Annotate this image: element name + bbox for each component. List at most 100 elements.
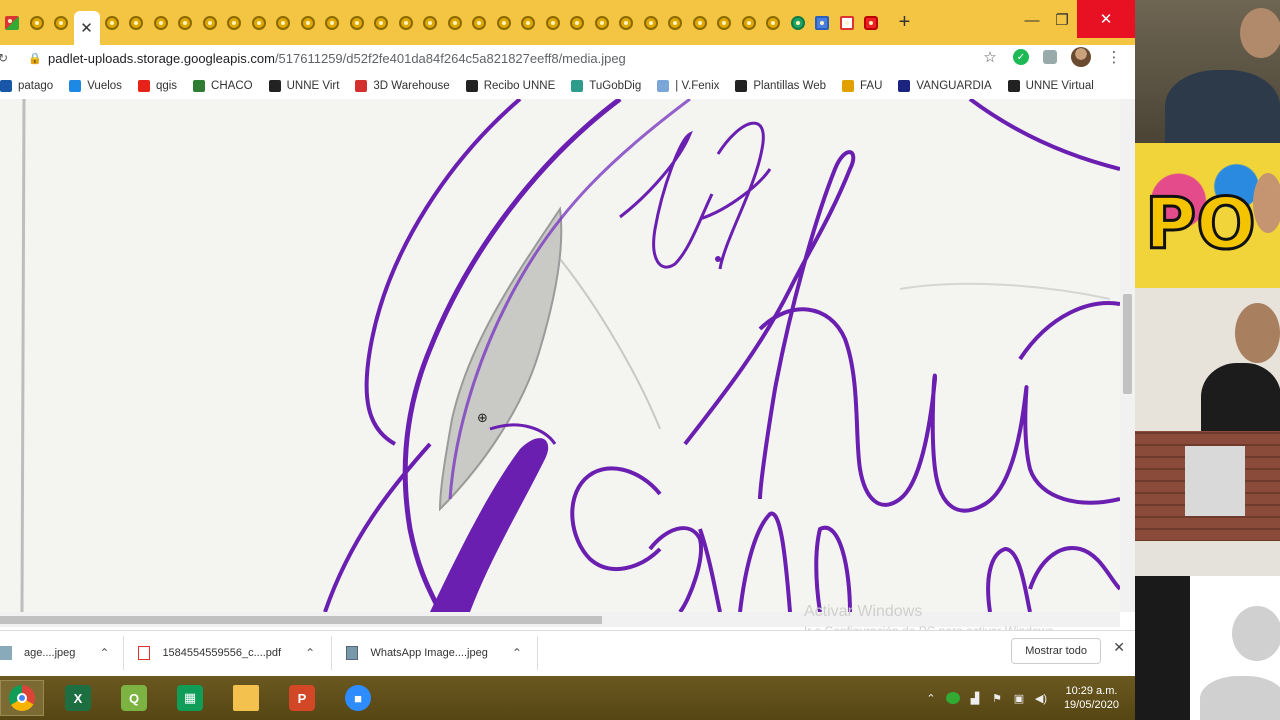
close-window-button[interactable]: ✕ <box>1077 0 1135 38</box>
network-icon[interactable]: ▣ <box>1012 692 1026 705</box>
bookmark-unne-virtual[interactable]: UNNE Virtual <box>1007 79 1094 92</box>
participant-video[interactable] <box>1135 431 1280 576</box>
taskbar-app-powerpoint[interactable]: P <box>280 680 324 716</box>
tab[interactable] <box>516 7 541 39</box>
participant-video[interactable] <box>1135 576 1280 720</box>
tab[interactable] <box>222 7 247 39</box>
extension-check-icon[interactable]: ✓ <box>1013 49 1029 65</box>
tab[interactable] <box>565 7 590 39</box>
warehouse-icon <box>355 79 368 92</box>
tab[interactable] <box>614 7 639 39</box>
tab[interactable] <box>859 7 884 39</box>
tab[interactable] <box>100 7 125 39</box>
participant-video[interactable]: PO <box>1135 143 1280 288</box>
bookmark-vuelos[interactable]: Vuelos <box>69 79 122 92</box>
menu-kebab-icon[interactable]: ⋮ <box>1105 48 1123 66</box>
taskbar-app-sheets[interactable]: ▦ <box>168 680 212 716</box>
image-viewer[interactable]: ⊕ <box>0 99 1120 612</box>
chevron-up-icon[interactable]: ⌃ <box>512 646 522 660</box>
tab[interactable] <box>761 7 786 39</box>
close-downloads-button[interactable]: ✕ <box>1113 639 1125 656</box>
download-item[interactable]: 1584554559556_c....pdf ⌃ <box>124 635 333 670</box>
reload-icon[interactable]: ↻ <box>0 51 8 65</box>
tab[interactable] <box>345 7 370 39</box>
tab[interactable] <box>25 7 50 39</box>
extension-icon[interactable] <box>1043 50 1057 64</box>
download-item[interactable]: age....jpeg ⌃ <box>0 635 125 670</box>
tab[interactable] <box>296 7 321 39</box>
padlet-favicon-icon <box>717 15 732 30</box>
taskbar-app-chrome[interactable] <box>0 680 44 716</box>
shield-icon <box>268 79 281 92</box>
tab[interactable] <box>590 7 615 39</box>
taskbar-app-zoom[interactable]: ■ <box>336 680 380 716</box>
bookmark-chaco[interactable]: CHACO <box>193 79 253 92</box>
tab[interactable] <box>173 7 198 39</box>
bookmark-3d-warehouse[interactable]: 3D Warehouse <box>355 79 450 92</box>
tab[interactable] <box>443 7 468 39</box>
tab[interactable] <box>394 7 419 39</box>
tab[interactable] <box>418 7 443 39</box>
tab[interactable] <box>786 7 811 39</box>
tab-strip: ✕ + — ❐ ✕ <box>0 0 1135 45</box>
participant-video[interactable] <box>1135 0 1280 143</box>
address-bar[interactable]: ↻ 🔒 padlet-uploads.storage.googleapis.co… <box>0 45 1135 72</box>
tab[interactable] <box>810 7 835 39</box>
volume-icon[interactable]: ◀) <box>1034 692 1048 705</box>
bookmark-qgis[interactable]: qgis <box>137 79 177 92</box>
tab[interactable] <box>198 7 223 39</box>
download-filename: WhatsApp Image....jpeg <box>370 646 488 659</box>
tab[interactable] <box>320 7 345 39</box>
tab[interactable] <box>835 7 860 39</box>
tab[interactable] <box>124 7 149 39</box>
maximize-button[interactable]: ❐ <box>1047 0 1077 40</box>
show-all-downloads-button[interactable]: Mostrar todo <box>1011 638 1101 664</box>
lock-icon[interactable]: 🔒 <box>28 52 42 65</box>
chevron-up-icon[interactable]: ⌃ <box>99 646 109 660</box>
tab[interactable] <box>639 7 664 39</box>
url-text[interactable]: padlet-uploads.storage.googleapis.com/51… <box>48 51 626 66</box>
tray-app-icon[interactable] <box>945 692 960 704</box>
signal-icon[interactable]: ▟ <box>968 692 982 705</box>
tab[interactable] <box>737 7 762 39</box>
minimize-button[interactable]: — <box>1017 0 1047 40</box>
bookmark-v-fenix[interactable]: | V.Fenix <box>657 79 719 92</box>
tab[interactable] <box>49 7 74 39</box>
tab[interactable] <box>663 7 688 39</box>
tab[interactable] <box>0 7 25 39</box>
taskbar-app-excel[interactable]: X <box>56 680 100 716</box>
bookmark-plantillas-web[interactable]: Plantillas Web <box>735 79 826 92</box>
new-tab-button[interactable]: + <box>894 11 916 34</box>
bookmark-star-icon[interactable]: ☆ <box>981 48 999 66</box>
tab[interactable] <box>712 7 737 39</box>
flag-icon[interactable]: ⚑ <box>990 692 1004 705</box>
taskbar-app-qgis[interactable]: Q <box>112 680 156 716</box>
participant-video[interactable] <box>1135 288 1280 431</box>
tab[interactable] <box>467 7 492 39</box>
bookmark-patago[interactable]: patago <box>0 79 53 92</box>
chevron-up-icon[interactable]: ⌃ <box>305 646 315 660</box>
tab-close-button[interactable]: ✕ <box>73 10 100 45</box>
tab[interactable] <box>369 7 394 39</box>
bookmark-vanguardia[interactable]: VANGUARDIA <box>898 79 992 92</box>
download-item[interactable]: WhatsApp Image....jpeg ⌃ <box>332 635 539 670</box>
scrollbar-thumb[interactable] <box>1123 294 1132 394</box>
tab[interactable] <box>541 7 566 39</box>
tray-expand-icon[interactable]: ⌃ <box>924 692 938 705</box>
tab[interactable] <box>247 7 272 39</box>
bookmark-unne-virt[interactable]: UNNE Virt <box>268 79 339 92</box>
tab[interactable] <box>688 7 713 39</box>
padlet-favicon-icon <box>104 15 119 30</box>
bookmark-recibo-unne[interactable]: Recibo UNNE <box>465 79 555 92</box>
tab[interactable] <box>149 7 174 39</box>
taskbar-app-file-explorer[interactable] <box>224 680 268 716</box>
taskbar-clock[interactable]: 10:29 a.m. 19/05/2020 <box>1064 684 1119 712</box>
tab[interactable] <box>271 7 296 39</box>
scrollbar-thumb[interactable] <box>0 616 602 624</box>
profile-avatar[interactable] <box>1071 47 1091 67</box>
download-filename: 1584554559556_c....pdf <box>162 646 282 659</box>
vertical-scrollbar[interactable] <box>1120 99 1135 612</box>
tab[interactable] <box>492 7 517 39</box>
bookmark-tugobdig[interactable]: TuGobDig <box>571 79 641 92</box>
bookmark-fau[interactable]: FAU <box>842 79 882 92</box>
